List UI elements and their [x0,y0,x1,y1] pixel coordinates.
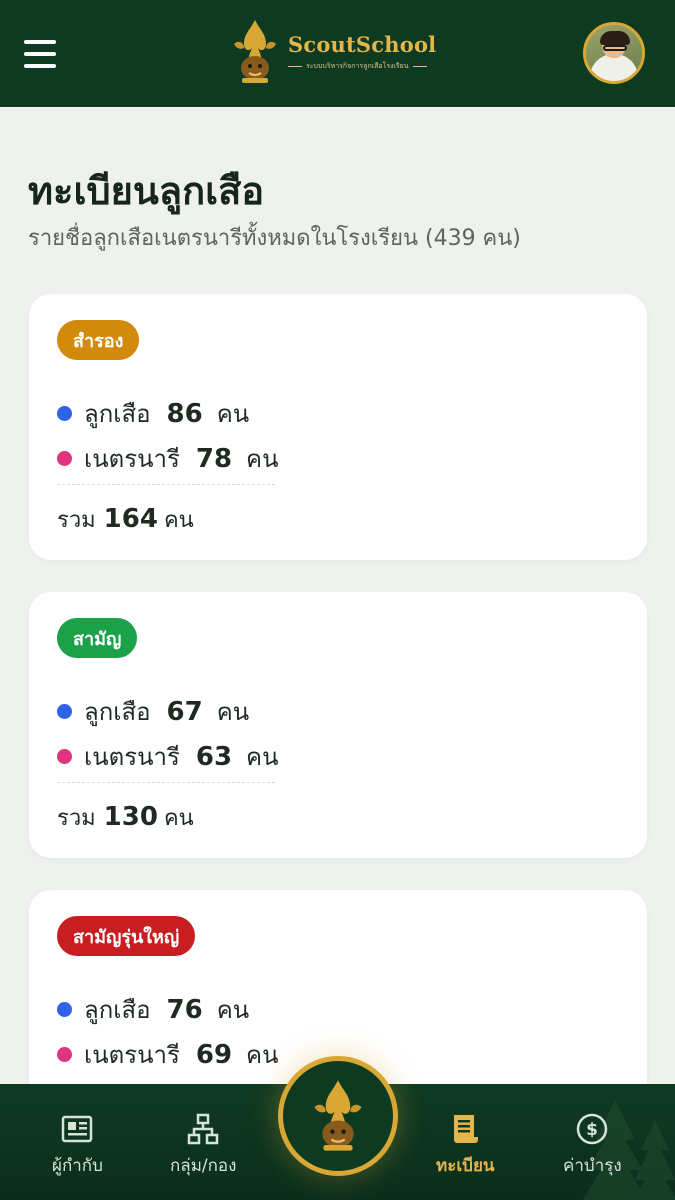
nav-label: กลุ่ม/กอง [170,1156,237,1176]
boy-unit: คน [216,400,250,428]
scout-emblem-icon [314,1080,362,1151]
girl-dot-icon [57,1047,72,1062]
boy-label: ลูกเสือ [84,400,151,428]
girl-label: เนตรนารี [84,445,180,473]
group-badge: สามัญรุ่นใหญ่ [57,916,196,956]
total-label: รวม [57,806,96,831]
total-row: รวม 164 คน [57,502,194,537]
nav-item-groups[interactable]: กลุ่ม/กอง [170,1112,236,1179]
total-count: 130 [103,802,158,832]
girl-label: เนตรนารี [84,743,180,771]
id-card-icon [62,1115,93,1143]
nav-label: ผู้กำกับ [52,1156,103,1176]
girl-unit: คน [246,1041,279,1069]
total-unit: คน [163,806,194,831]
nav-label: ทะเบียน [436,1156,495,1176]
hierarchy-icon [187,1113,219,1145]
boy-count: 67 [166,696,203,727]
total-label: รวม [57,508,96,533]
divider [57,484,275,485]
page-title: ทะเบียนลูกเสือ [28,169,265,213]
boy-dot-icon [57,406,72,421]
brand-logo[interactable]: ScoutSchool ระบบบริหารกิจการลูกเสือโรงเร… [230,18,436,86]
total-count: 164 [103,504,158,534]
boy-count-row: ลูกเสือ 86 คน [57,394,249,433]
brand-tagline: ระบบบริหารกิจการลูกเสือโรงเรียน [306,62,409,70]
scout-emblem-icon [234,20,276,83]
boy-count: 76 [166,994,203,1025]
avatar[interactable] [583,22,645,84]
girl-count: 78 [195,443,233,474]
boy-unit: คน [216,698,250,726]
divider [57,782,275,783]
dollar-coin-icon: $ [577,1113,608,1145]
page-subtitle: รายชื่อลูกเสือเนตรนารีทั้งหมดในโรงเรียน … [28,226,521,251]
girl-count: 69 [195,1039,233,1070]
nav-item-register[interactable]: ทะเบียน [436,1112,495,1179]
brand-name: ScoutSchool [288,32,437,57]
girl-unit: คน [246,445,279,473]
boy-unit: คน [216,996,250,1024]
register-icon [454,1115,479,1143]
boy-dot-icon [57,704,72,719]
nav-item-fees[interactable]: $ ค่าบำรุง [563,1112,622,1179]
boy-count-row: ลูกเสือ 76 คน [57,990,249,1029]
boy-dot-icon [57,1002,72,1017]
boy-count-row: ลูกเสือ 67 คน [57,692,249,731]
group-card-samrong[interactable]: สำรอง ลูกเสือ 86 คน เนตรนารี 78 คน รวม 1… [29,294,647,560]
total-unit: คน [163,508,194,533]
center-home-button[interactable] [278,1056,398,1176]
girl-count-row: เนตรนารี 78 คน [57,439,279,478]
group-card-saman[interactable]: สามัญ ลูกเสือ 67 คน เนตรนารี 63 คน รวม 1… [29,592,647,858]
girl-count-row: เนตรนารี 69 คน [57,1035,279,1074]
nav-item-commanders[interactable]: ผู้กำกับ [52,1112,103,1179]
girl-unit: คน [246,743,279,771]
svg-text:$: $ [586,1120,598,1140]
girl-dot-icon [57,749,72,764]
boy-label: ลูกเสือ [84,996,151,1024]
girl-dot-icon [57,451,72,466]
girl-count-row: เนตรนารี 63 คน [57,737,279,776]
girl-label: เนตรนารี [84,1041,180,1069]
menu-icon[interactable] [24,39,56,68]
boy-label: ลูกเสือ [84,698,151,726]
app-header: ScoutSchool ระบบบริหารกิจการลูกเสือโรงเร… [0,0,675,107]
nav-label: ค่าบำรุง [563,1156,622,1176]
group-badge: สามัญ [57,618,138,658]
boy-count: 86 [166,398,203,429]
group-badge: สำรอง [57,320,140,360]
total-row: รวม 130 คน [57,800,194,835]
girl-count: 63 [195,741,233,772]
